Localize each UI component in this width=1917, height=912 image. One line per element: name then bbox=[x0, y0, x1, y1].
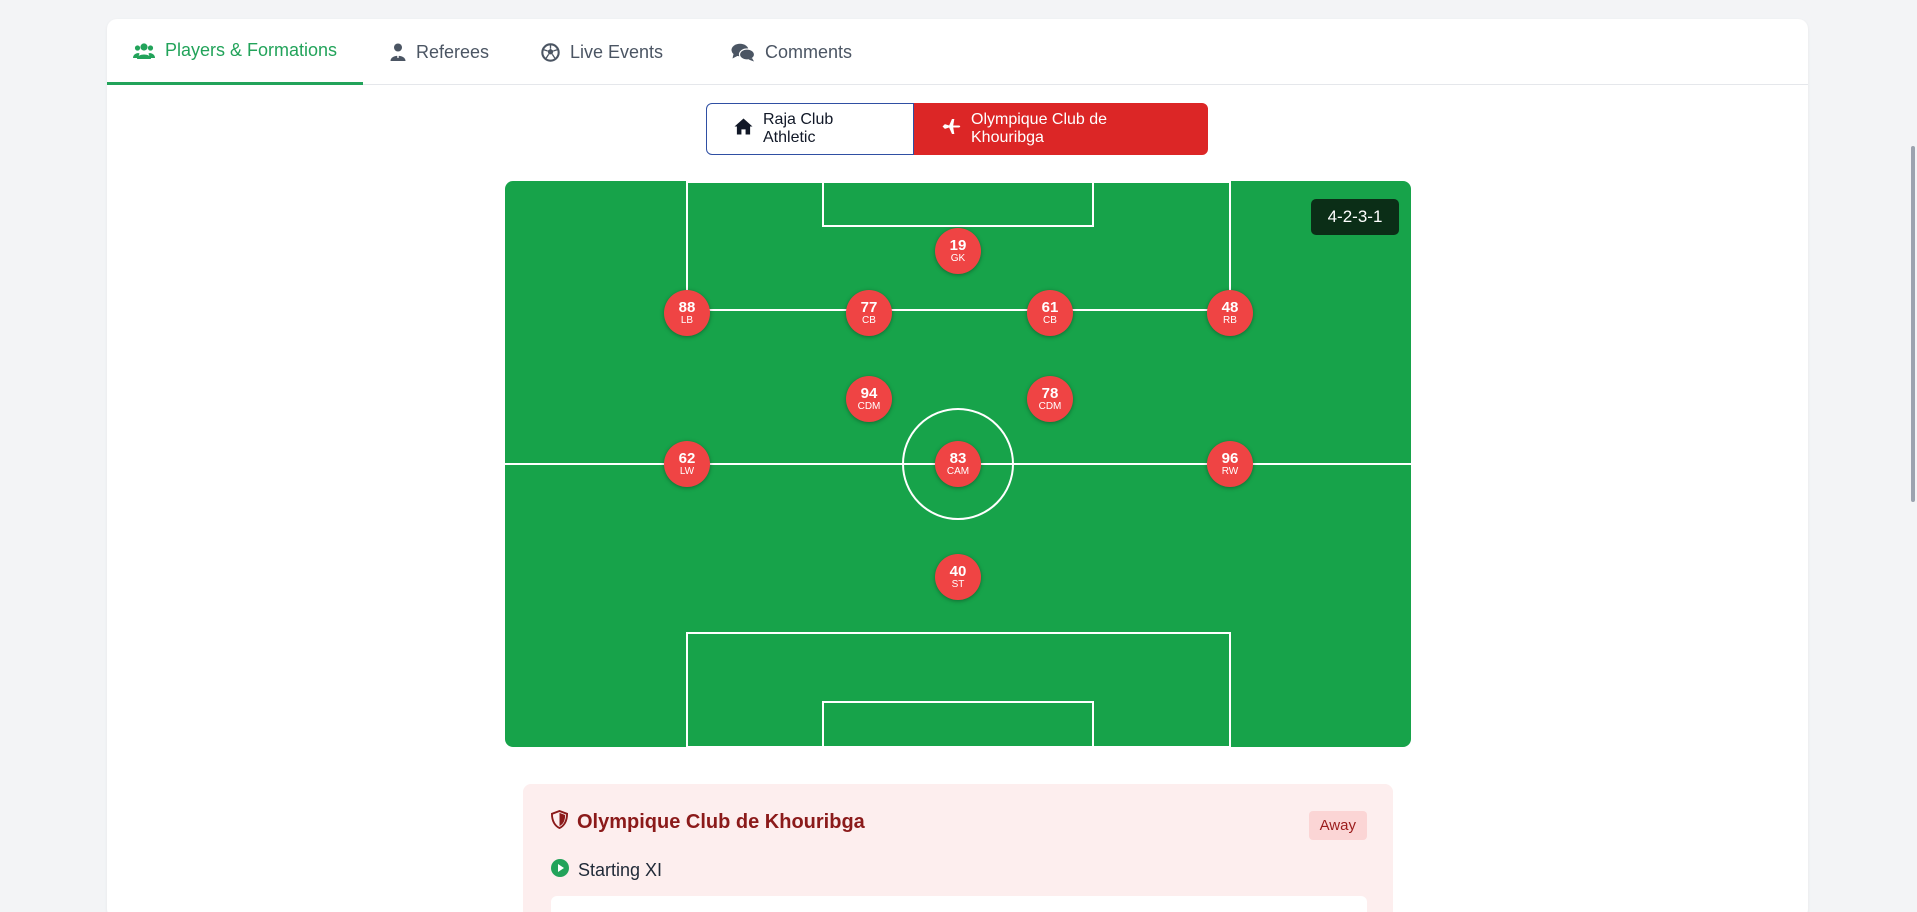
tab-bar: Players & Formations Referees Live Event… bbox=[107, 19, 1808, 85]
shield-icon bbox=[550, 809, 569, 835]
team-name: Olympique Club de Khouribga bbox=[577, 811, 865, 833]
home-team-label: Raja Club Athletic bbox=[763, 111, 834, 146]
player-position: ST bbox=[951, 578, 965, 590]
page-scrollbar[interactable] bbox=[1905, 0, 1917, 912]
player-position: CB bbox=[1043, 314, 1057, 326]
player-position: CAM bbox=[946, 465, 970, 477]
formation-badge: 4-2-3-1 bbox=[1311, 199, 1399, 235]
player-number: 48 bbox=[1221, 298, 1239, 316]
player-position: CDM bbox=[1038, 400, 1062, 412]
plane-icon bbox=[942, 118, 961, 140]
player-number: 61 bbox=[1041, 298, 1059, 316]
formation-pitch: 4-2-3-1 19 GK 88 LB 77 CB 61 CB 48 RB 94… bbox=[505, 181, 1411, 747]
starting-xi-label: Starting XI bbox=[578, 860, 663, 880]
away-team-button[interactable]: Olympique Club de Khouribga bbox=[914, 103, 1208, 155]
player-marker[interactable]: 78 CDM bbox=[1027, 376, 1073, 422]
away-team-label: Olympique Club de Khouribga bbox=[971, 111, 1108, 146]
player-marker[interactable]: 77 CB bbox=[846, 290, 892, 336]
player-number: 78 bbox=[1041, 384, 1059, 402]
player-number: 77 bbox=[860, 298, 878, 316]
tab-comments[interactable]: Comments bbox=[705, 19, 878, 85]
scrollbar-thumb[interactable] bbox=[1911, 146, 1915, 502]
tab-label: Referees bbox=[416, 41, 490, 62]
tab-label: Live Events bbox=[570, 41, 664, 62]
users-icon bbox=[133, 42, 155, 60]
panel-title: Olympique Club de Khouribga bbox=[550, 809, 865, 835]
home-icon bbox=[734, 118, 753, 140]
player-marker[interactable]: 40 ST bbox=[935, 554, 981, 600]
player-number: 96 bbox=[1221, 449, 1239, 467]
player-number: 88 bbox=[678, 298, 696, 316]
referee-icon bbox=[390, 43, 406, 61]
team-lineup-panel: Olympique Club de Khouribga Away Startin… bbox=[523, 784, 1393, 912]
tab-label: Comments bbox=[765, 41, 853, 62]
comments-icon bbox=[731, 43, 755, 62]
player-marker[interactable]: 96 RW bbox=[1207, 441, 1253, 487]
player-position: LW bbox=[679, 465, 695, 477]
player-position: RB bbox=[1223, 314, 1237, 326]
player-marker[interactable]: 94 CDM bbox=[846, 376, 892, 422]
tab-label: Players & Formations bbox=[165, 40, 338, 60]
player-marker[interactable]: 61 CB bbox=[1027, 290, 1073, 336]
player-position: RW bbox=[1221, 465, 1239, 477]
starting-xi-heading: Starting XI bbox=[551, 859, 662, 882]
player-marker[interactable]: 83 CAM bbox=[935, 441, 981, 487]
tab-live-events[interactable]: Live Events bbox=[515, 19, 689, 85]
play-circle-icon bbox=[551, 859, 569, 882]
player-number: 83 bbox=[949, 449, 967, 467]
player-number: 40 bbox=[949, 562, 967, 580]
match-details-card: Players & Formations Referees Live Event… bbox=[107, 19, 1808, 912]
player-marker[interactable]: 62 LW bbox=[664, 441, 710, 487]
player-position: CDM bbox=[857, 400, 881, 412]
home-team-button[interactable]: Raja Club Athletic bbox=[706, 103, 914, 155]
team-toggle: Raja Club Athletic Olympique Club de Kho… bbox=[706, 103, 1208, 155]
player-position: GK bbox=[950, 252, 966, 264]
starting-xi-list bbox=[551, 896, 1367, 912]
tab-players-formations[interactable]: Players & Formations bbox=[107, 19, 364, 85]
tab-referees[interactable]: Referees bbox=[364, 19, 515, 85]
player-number: 19 bbox=[949, 236, 967, 254]
away-badge: Away bbox=[1308, 811, 1367, 840]
player-number: 94 bbox=[860, 384, 878, 402]
player-marker[interactable]: 48 RB bbox=[1207, 290, 1253, 336]
player-position: LB bbox=[680, 314, 694, 326]
player-number: 62 bbox=[678, 449, 696, 467]
player-marker[interactable]: 19 GK bbox=[935, 228, 981, 274]
soccer-ball-icon bbox=[541, 42, 560, 62]
player-position: CB bbox=[862, 314, 876, 326]
player-marker[interactable]: 88 LB bbox=[664, 290, 710, 336]
